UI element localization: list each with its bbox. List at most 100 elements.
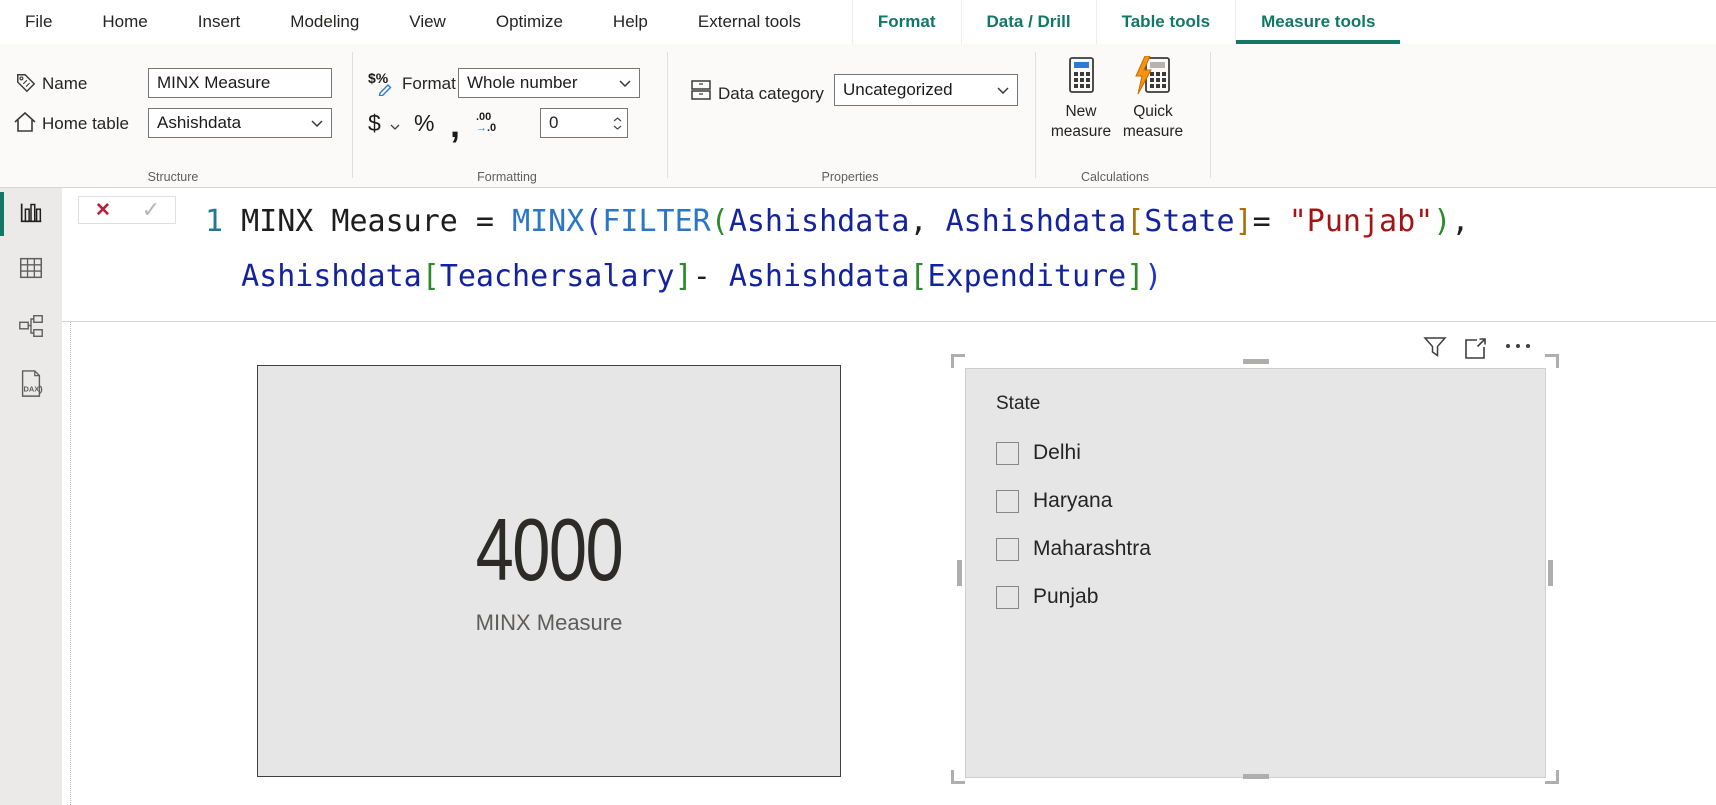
- resize-handle-middle-left[interactable]: [957, 560, 962, 586]
- measure-name-input[interactable]: [148, 68, 332, 98]
- menu-item-help[interactable]: Help: [588, 0, 673, 44]
- sidebar-item-data-view[interactable]: [15, 252, 47, 284]
- home-icon: [13, 110, 37, 134]
- group-label-structure: Structure: [100, 170, 246, 184]
- currency-format-button[interactable]: $: [368, 110, 381, 137]
- resize-handle-top-center[interactable]: [1243, 359, 1269, 364]
- format-label: Format: [402, 74, 456, 94]
- decimals-arrow: →: [476, 122, 487, 134]
- data-category-select[interactable]: Uncategorized: [834, 74, 1018, 106]
- code-token: MINX: [512, 204, 584, 239]
- menu-item-optimize[interactable]: Optimize: [471, 0, 588, 44]
- filter-icon: [1423, 336, 1447, 358]
- code-token: ,: [909, 204, 945, 239]
- checkbox-punjab[interactable]: [996, 586, 1019, 609]
- group-separator: [667, 52, 668, 178]
- group-separator: [1210, 52, 1211, 178]
- code-token: Ashishdata: [729, 259, 910, 294]
- decimal-places-stepper[interactable]: 0: [540, 108, 628, 138]
- focus-mode-button[interactable]: [1462, 336, 1488, 365]
- menu-item-view[interactable]: View: [384, 0, 471, 44]
- ribbon: Name Home table Ashishdata Structure $% …: [0, 44, 1716, 188]
- resize-handle-top-left[interactable]: [951, 354, 965, 368]
- cancel-formula-button[interactable]: ✕: [79, 197, 127, 223]
- tab-data-drill[interactable]: Data / Drill: [961, 0, 1096, 44]
- resize-handle-bottom-right[interactable]: [1545, 770, 1559, 784]
- menu-item-modeling[interactable]: Modeling: [265, 0, 384, 44]
- formula-line-1: 1 MINX Measure = MINX(FILTER(Ashishdata,…: [205, 194, 1469, 249]
- model-view-icon: [17, 312, 45, 340]
- resize-handle-bottom-left[interactable]: [951, 770, 965, 784]
- dot: [1526, 344, 1530, 348]
- spinner-down-icon[interactable]: [613, 125, 622, 130]
- tab-measure-tools[interactable]: Measure tools: [1235, 0, 1400, 44]
- slicer-item-label: Haryana: [1033, 489, 1112, 513]
- menu-item-home[interactable]: Home: [77, 0, 172, 44]
- code-token: ]: [675, 259, 693, 294]
- group-label-calculations: Calculations: [1040, 170, 1190, 184]
- menu-item-external-tools[interactable]: External tools: [673, 0, 826, 44]
- resize-handle-middle-right[interactable]: [1548, 560, 1553, 586]
- code-token: [205, 259, 241, 294]
- slicer-item-label: Delhi: [1033, 441, 1081, 465]
- slicer-visual[interactable]: State Delhi Haryana MaharashtraPunjab: [965, 368, 1546, 778]
- chevron-down-icon: [619, 80, 631, 87]
- code-token: ]: [1235, 204, 1253, 239]
- dax-editor[interactable]: 1 MINX Measure = MINX(FILTER(Ashishdata,…: [205, 194, 1469, 304]
- new-measure-calculator-icon: [1065, 56, 1097, 96]
- resize-handle-top-right[interactable]: [1545, 354, 1559, 368]
- spinner-up-icon[interactable]: [613, 117, 622, 122]
- code-token: Ashishdata: [946, 204, 1127, 239]
- code-token: "Punjab": [1289, 204, 1434, 239]
- slicer-item-punjab[interactable]: Punjab: [996, 573, 1545, 621]
- code-token: [: [1126, 204, 1144, 239]
- chevron-down-icon: [311, 120, 323, 127]
- new-measure-button[interactable]: New measure: [1048, 56, 1114, 176]
- formula-bar: ✕ ✓ 1 MINX Measure = MINX(FILTER(Ashishd…: [62, 188, 1716, 322]
- sidebar-item-model-view[interactable]: [15, 310, 47, 342]
- tab-table-tools[interactable]: Table tools: [1096, 0, 1235, 44]
- percent-format-button[interactable]: %: [414, 110, 434, 137]
- filter-icon-button[interactable]: [1423, 336, 1447, 363]
- code-token: (: [711, 204, 729, 239]
- home-table-select[interactable]: Ashishdata: [148, 108, 332, 138]
- commit-formula-button[interactable]: ✓: [127, 197, 175, 223]
- group-label-formatting: Formatting: [430, 170, 584, 184]
- more-options-button[interactable]: [1500, 344, 1530, 348]
- checkbox-maharashtra[interactable]: [996, 538, 1019, 561]
- checkbox-delhi[interactable]: [996, 442, 1019, 465]
- quick-measure-icon: [1134, 56, 1172, 96]
- menu-item-insert[interactable]: Insert: [173, 0, 266, 44]
- sidebar-item-report-view[interactable]: [15, 196, 47, 228]
- checkbox-haryana[interactable]: [996, 490, 1019, 513]
- resize-handle-bottom-center[interactable]: [1243, 774, 1269, 779]
- code-token: -: [693, 259, 729, 294]
- quick-measure-button[interactable]: Quick measure: [1118, 56, 1188, 176]
- code-token: State: [1144, 204, 1234, 239]
- group-separator: [352, 52, 353, 178]
- sidebar-item-dax-query-view[interactable]: DAX: [15, 368, 47, 400]
- chevron-down-icon[interactable]: [390, 124, 400, 130]
- view-switcher-bar: DAX: [0, 188, 62, 805]
- data-category-value: Uncategorized: [843, 80, 953, 100]
- decimal-places-icon[interactable]: .00 →.0: [476, 112, 496, 134]
- slicer-header: State: [996, 393, 1545, 415]
- report-view-icon: [17, 198, 45, 226]
- slicer-item-delhi[interactable]: Delhi: [996, 429, 1545, 477]
- decimal-places-value: 0: [541, 113, 607, 133]
- active-view-indicator: [0, 192, 4, 236]
- group-separator: [1035, 52, 1036, 178]
- code-token: (: [584, 204, 602, 239]
- tag-icon: [15, 72, 37, 94]
- slicer-item-haryana[interactable]: Haryana: [996, 477, 1545, 525]
- code-token: FILTER: [602, 204, 710, 239]
- chevron-down-icon: [997, 87, 1009, 94]
- card-visual[interactable]: 4000 MINX Measure: [257, 365, 841, 777]
- slicer-item-maharashtra[interactable]: Maharashtra: [996, 525, 1545, 573]
- menu-bar: FileHomeInsertModelingViewOptimizeHelpEx…: [0, 0, 1716, 44]
- line-number: 1: [205, 204, 241, 239]
- menu-item-file[interactable]: File: [0, 0, 77, 44]
- format-select[interactable]: Whole number: [458, 68, 640, 98]
- thousands-separator-button[interactable]: ,: [450, 120, 460, 130]
- tab-format[interactable]: Format: [852, 0, 961, 44]
